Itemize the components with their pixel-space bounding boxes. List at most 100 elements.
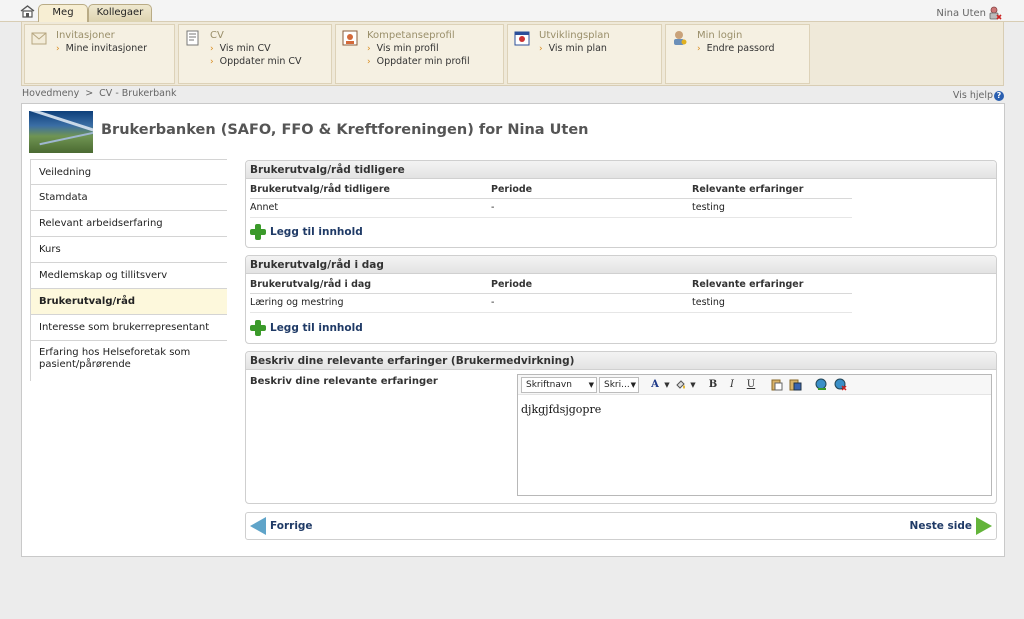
arrow-right-icon <box>976 517 992 535</box>
link-mine-invitasjoner[interactable]: › Mine invitasjoner <box>56 43 147 54</box>
column-header: Brukerutvalg/råd i dag <box>250 276 491 294</box>
main-menu: Invitasjoner › Mine invitasjoner CV › Vis … <box>21 22 1004 86</box>
section-brukerutvalg-tidligere: Brukerutvalg/råd tidligere Brukerutvalg/… <box>245 160 997 248</box>
chevron-right-icon: › <box>367 57 371 67</box>
chevron-down-icon[interactable]: ▼ <box>660 378 674 392</box>
user-name: Nina Uten <box>936 8 986 19</box>
rich-text-editor[interactable]: Skriftnavn ▼ Skri... ▼ A ▼ ▼ B I U djkgj… <box>517 374 992 496</box>
plan-calendar-icon <box>514 31 530 46</box>
table-cell: testing <box>692 293 852 313</box>
profile-card-icon <box>342 30 358 46</box>
sidebar-item-stamdata[interactable]: Stamdata <box>30 185 227 211</box>
chevron-right-icon: › <box>210 57 214 67</box>
table-row[interactable]: Læring og mestring - testing <box>250 293 852 313</box>
chevron-down-icon[interactable]: ▼ <box>686 378 700 392</box>
menu-group-min-login: Min login › Endre passord <box>665 24 810 84</box>
previous-button[interactable]: Forrige <box>250 517 313 535</box>
menu-group-title: Kompetanseprofil <box>367 30 455 41</box>
table-cell: Annet <box>250 198 491 218</box>
table-cell: Læring og mestring <box>250 293 491 313</box>
paste-icon[interactable] <box>769 378 783 392</box>
section-heading: Beskriv dine relevante erfaringer (Bruke… <box>246 352 996 370</box>
page-title: Brukerbanken (SAFO, FFO & Kreftforeninge… <box>101 122 589 138</box>
font-size-select[interactable]: Skri... ▼ <box>599 377 639 393</box>
next-page-button[interactable]: Neste side <box>910 517 992 535</box>
chevron-down-icon: ▼ <box>630 381 636 389</box>
link-vis-min-cv[interactable]: › Vis min CV <box>210 43 271 54</box>
column-header: Relevante erfaringer <box>692 181 852 199</box>
table-row[interactable]: Annet - testing <box>250 198 852 218</box>
logout-lock-icon[interactable] <box>989 6 1002 20</box>
italic-icon[interactable]: I <box>725 378 739 392</box>
sidebar-item-erfaring-helseforetak[interactable]: Erfaring hos Helseforetak som pasient/på… <box>30 341 227 381</box>
add-content-button[interactable]: Legg til innhold <box>249 319 363 337</box>
data-table: Brukerutvalg/råd tidligere Periode Relev… <box>250 181 852 218</box>
column-header: Brukerutvalg/råd tidligere <box>250 181 491 199</box>
font-name-select[interactable]: Skriftnavn ▼ <box>521 377 597 393</box>
sidebar-item-medlemskap[interactable]: Medlemskap og tillitsverv <box>30 263 227 289</box>
chevron-down-icon: ▼ <box>588 381 594 389</box>
sidebar-item-relevant-arbeidserfaring[interactable]: Relevant arbeidserfaring <box>30 211 227 237</box>
sidebar-item-veiledning[interactable]: Veiledning <box>30 159 227 185</box>
add-content-button[interactable]: Legg til innhold <box>249 223 363 241</box>
link-vis-min-profil[interactable]: › Vis min profil <box>367 43 439 54</box>
breadcrumb-separator: > <box>85 88 94 99</box>
table-cell: - <box>491 198 692 218</box>
menu-group-title: Invitasjoner <box>56 30 115 41</box>
section-heading: Brukerutvalg/råd tidligere <box>246 161 996 179</box>
invitation-icon <box>31 32 47 45</box>
editor-label: Beskriv dine relevante erfaringer <box>250 376 438 387</box>
menu-group-title: Utviklingsplan <box>539 30 610 41</box>
sidebar-nav: Veiledning Stamdata Relevant arbeidserfa… <box>30 159 227 381</box>
menu-group-invitasjoner: Invitasjoner › Mine invitasjoner <box>24 24 175 84</box>
column-header: Periode <box>491 181 692 199</box>
link-vis-min-plan[interactable]: › Vis min plan <box>539 43 607 54</box>
editor-toolbar: Skriftnavn ▼ Skri... ▼ A ▼ ▼ B I U <box>518 375 991 395</box>
chevron-right-icon: › <box>539 44 543 54</box>
link-oppdater-min-cv[interactable]: › Oppdater min CV <box>210 56 302 67</box>
cv-document-icon <box>186 30 199 46</box>
link-oppdater-min-profil[interactable]: › Oppdater min profil <box>367 56 470 67</box>
tab-meg[interactable]: Meg <box>38 4 88 22</box>
column-header: Periode <box>491 276 692 294</box>
header-photo <box>29 111 93 153</box>
data-table: Brukerutvalg/råd i dag Periode Relevante… <box>250 276 852 313</box>
home-icon[interactable] <box>20 5 35 18</box>
sidebar-item-brukerutvalg[interactable]: Brukerutvalg/råd <box>30 289 227 315</box>
insert-link-icon[interactable] <box>814 378 828 392</box>
bold-icon[interactable]: B <box>706 378 720 392</box>
chevron-right-icon: › <box>56 44 60 54</box>
arrow-left-icon <box>250 517 266 535</box>
underline-icon[interactable]: U <box>744 378 758 392</box>
section-heading: Brukerutvalg/råd i dag <box>246 256 996 274</box>
paste-word-icon[interactable] <box>788 378 802 392</box>
editor-content[interactable]: djkgjfdsjgopre <box>521 403 601 416</box>
section-beskriv-erfaringer: Beskriv dine relevante erfaringer (Bruke… <box>245 351 997 504</box>
chevron-right-icon: › <box>367 44 371 54</box>
menu-group-utviklingsplan: Utviklingsplan › Vis min plan <box>507 24 662 84</box>
section-brukerutvalg-i-dag: Brukerutvalg/råd i dag Brukerutvalg/råd … <box>245 255 997 344</box>
menu-group-title: Min login <box>697 30 743 41</box>
plus-icon <box>249 319 267 337</box>
sidebar-item-interesse[interactable]: Interesse som brukerrepresentant <box>30 315 227 341</box>
menu-group-title: CV <box>210 30 224 41</box>
help-icon: ? <box>994 91 1004 101</box>
top-tab-bar: Meg Kollegaer Nina Uten <box>0 0 1024 22</box>
chevron-right-icon: › <box>210 44 214 54</box>
breadcrumb-item-hovedmeny[interactable]: Hovedmeny <box>22 88 79 99</box>
help-link[interactable]: Vis hjelp? <box>953 90 1004 101</box>
plus-icon <box>249 223 267 241</box>
menu-group-cv: CV › Vis min CV › Oppdater min CV <box>178 24 332 84</box>
breadcrumb-item-current: CV - Brukerbank <box>99 88 177 99</box>
chevron-right-icon: › <box>697 44 701 54</box>
column-header: Relevante erfaringer <box>692 276 852 294</box>
remove-link-icon[interactable] <box>833 378 847 392</box>
table-cell: testing <box>692 198 852 218</box>
menu-group-kompetanseprofil: Kompetanseprofil › Vis min profil › Oppdat… <box>335 24 504 84</box>
tab-kollegaer[interactable]: Kollegaer <box>88 4 152 22</box>
table-cell: - <box>491 293 692 313</box>
sidebar-item-kurs[interactable]: Kurs <box>30 237 227 263</box>
page-navigation: Forrige Neste side <box>245 512 997 540</box>
link-endre-passord[interactable]: › Endre passord <box>697 43 775 54</box>
breadcrumb: Hovedmeny > CV - Brukerbank <box>22 88 177 99</box>
